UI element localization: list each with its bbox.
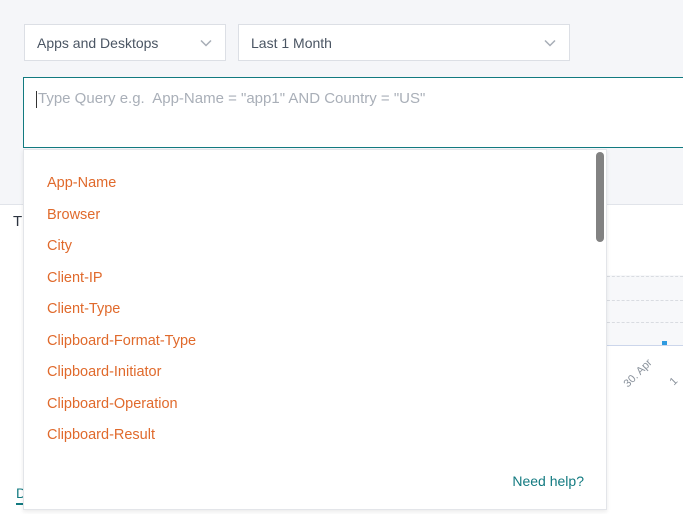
text-caret [36,91,37,108]
time-range-select[interactable]: Last 1 Month [238,24,570,61]
suggestion-item[interactable]: Client-Type [47,300,196,332]
chevron-down-icon [544,39,556,47]
suggestion-item[interactable]: Clipboard-Result [47,426,196,458]
chart-x-axis [607,345,683,346]
chart-gridline [607,322,683,323]
chart-gridline [607,276,683,277]
app-type-select-value: Apps and Desktops [37,34,159,51]
suggestion-item[interactable]: App-Name [47,174,196,206]
section-title-fragment: T [13,213,23,230]
query-input[interactable]: Type Query e.g. App-Name = "app1" AND Co… [23,77,683,148]
chevron-down-icon [200,39,212,47]
suggestion-item[interactable]: Clipboard-Initiator [47,363,196,395]
x-tick-label: 1 [667,375,681,388]
query-placeholder: Type Query e.g. App-Name = "app1" AND Co… [38,90,426,107]
chart-gridline [607,300,683,301]
suggestion-item[interactable]: Clipboard-Format-Type [47,332,196,364]
suggestion-item[interactable]: Clipboard-Operation [47,395,196,427]
suggestion-item[interactable]: Client-IP [47,269,196,301]
dropdown-scrollbar[interactable] [596,152,604,242]
x-tick-label: 30. Apr [621,356,655,390]
time-range-select-value: Last 1 Month [251,34,332,51]
query-suggestions-dropdown: App-Name Browser City Client-IP Client-T… [23,149,607,510]
suggestion-item[interactable]: Browser [47,206,196,238]
app-type-select[interactable]: Apps and Desktops [24,24,226,61]
chart-plot-area [607,275,683,345]
suggestion-item[interactable]: City [47,237,196,269]
need-help-link[interactable]: Need help? [512,473,584,489]
suggestion-list: App-Name Browser City Client-IP Client-T… [47,174,196,458]
chart-bar [662,341,667,345]
